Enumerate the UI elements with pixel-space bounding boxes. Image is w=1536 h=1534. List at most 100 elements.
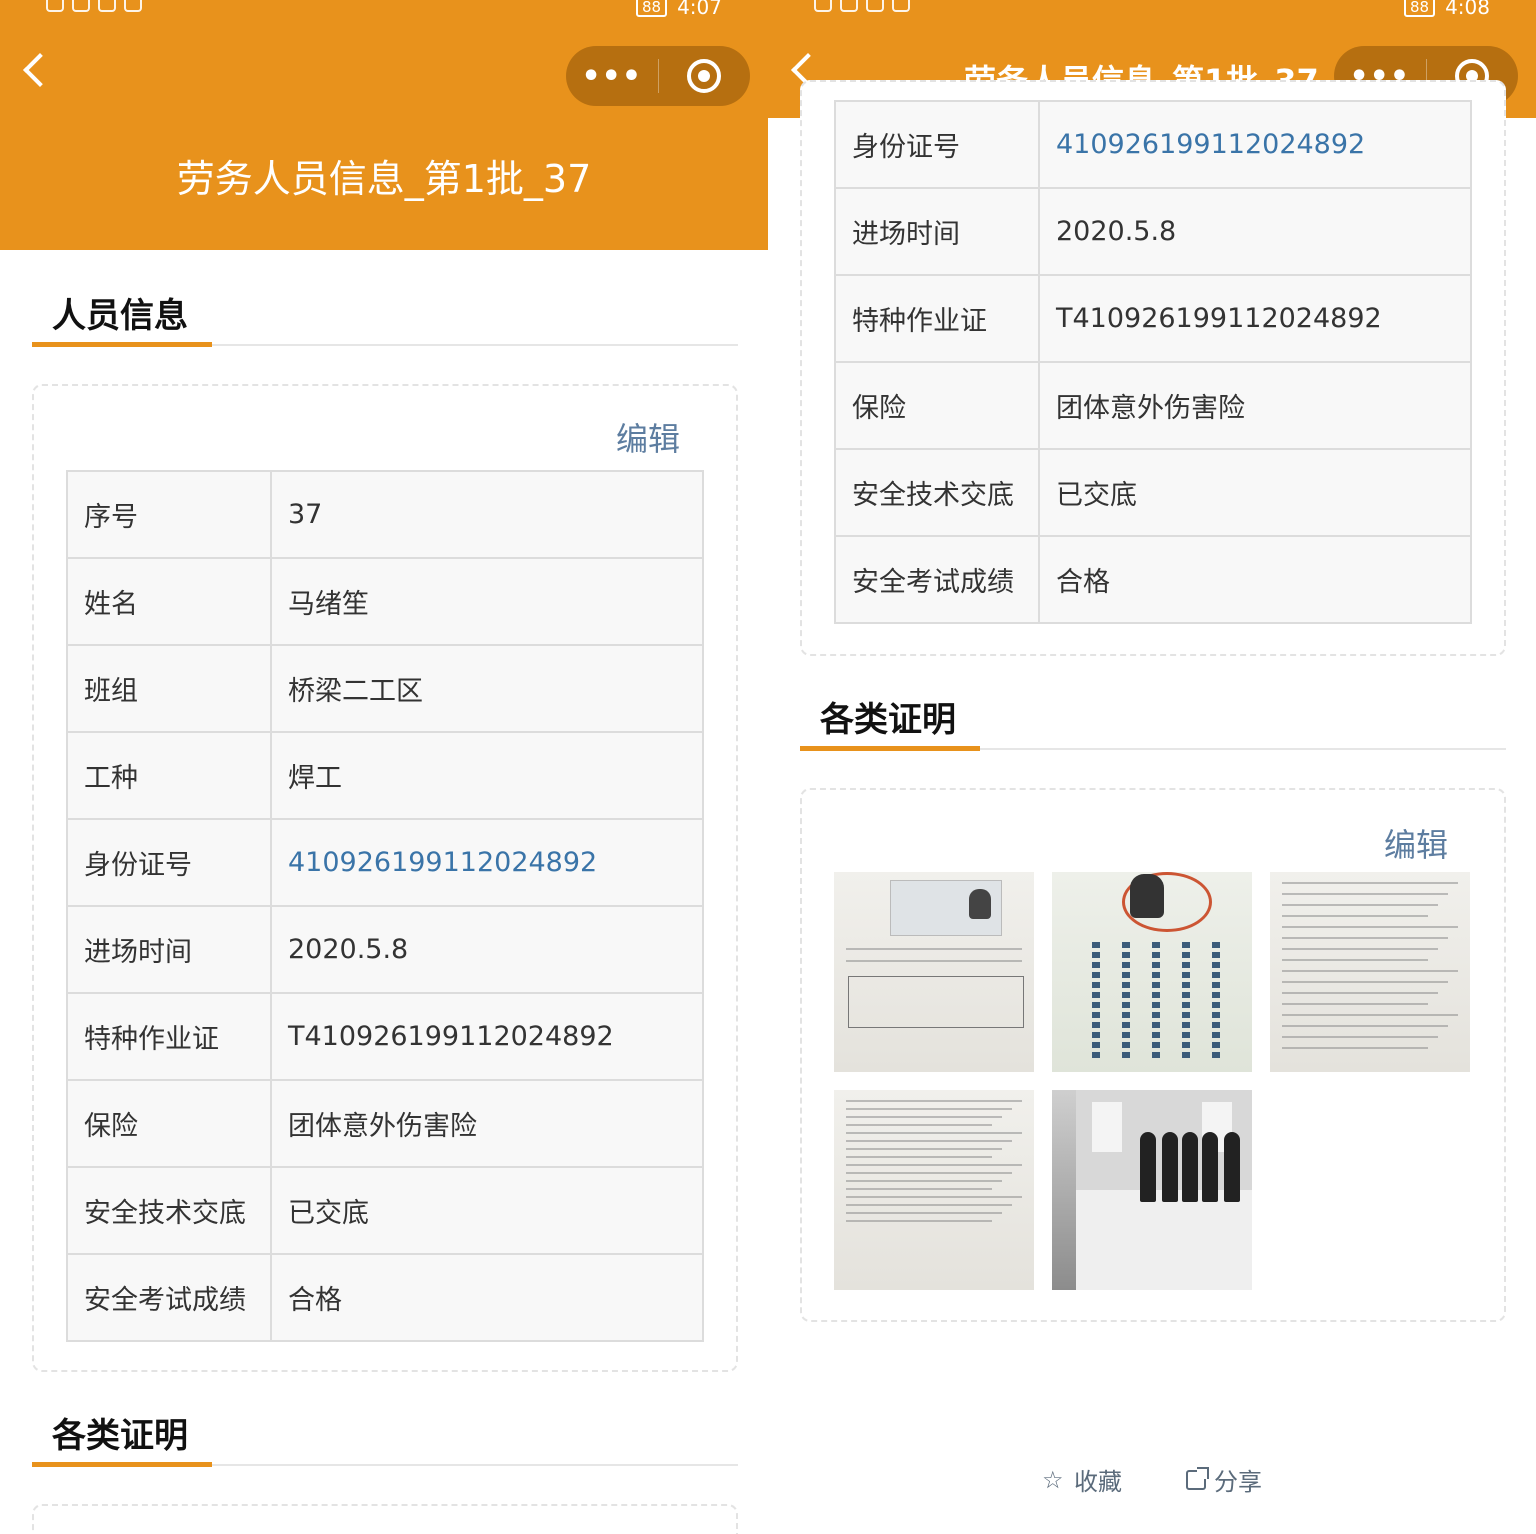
text-line [1282,1003,1428,1005]
info-row: 安全考试成绩 合格 [834,535,1472,624]
id-number-link[interactable]: 410926199112024892 [270,818,704,907]
person-info-table: 身份证号 410926199112024892 进场时间 2020.5.8 特种作业证 T… [834,100,1472,624]
status-right: 88 4:07 [635,0,722,19]
info-value: 2020.5.8 [1038,187,1472,276]
clock-time: 4:07 [677,0,722,19]
form-table [848,976,1024,1028]
right-screenshot: 88 4:08 劳务人员信息_第1批_37 ••• 身份证号4109261991… [768,0,1536,1534]
section-underline [800,746,980,751]
status-right: 88 4:08 [1403,0,1490,19]
info-label: 身份证号 [834,100,1040,189]
text-line [846,1164,1022,1166]
text-line [1282,992,1438,994]
info-row: 安全技术交底 已交底 [66,1166,704,1255]
share-button[interactable]: 分享 [1186,1462,1262,1497]
text-line [846,1156,992,1158]
info-label: 进场时间 [66,905,272,994]
info-value: 2020.5.8 [270,905,704,994]
section-header-docs: 各类证明 [32,1404,738,1467]
person-info-table: 序号 37 姓名 马绪笙 班组 桥梁二工区 工种 焊工 身份证号 4109261991120248… [66,470,704,1342]
doc-image-certificate[interactable] [1052,872,1252,1072]
text-line [1282,1014,1458,1016]
status-bar: 88 4:08 [768,0,1536,22]
person-info-card: 编辑 序号 37 姓名 马绪笙 班组 桥梁二工区 工种 焊工 身份证号 4109261991120… [32,384,738,1372]
edit-button[interactable]: 编辑 [1384,820,1448,866]
text-line [846,1124,992,1126]
text-line [1282,915,1428,917]
info-value: 合格 [270,1253,704,1342]
info-row: 进场时间 2020.5.8 [66,905,704,994]
text-line [1282,1025,1448,1027]
section-header-person: 人员信息 [32,284,738,347]
info-value: 焊工 [270,731,704,820]
info-label: 班组 [66,644,272,733]
text-line [846,1180,1002,1182]
text-line [1282,959,1428,961]
text-line [1282,981,1448,983]
doc-image-text-page-2[interactable] [834,1090,1034,1290]
text-line [846,1172,1012,1174]
text-line [846,1140,1012,1142]
share-icon [1186,1466,1209,1490]
section-underline [32,342,212,347]
info-label: 进场时间 [834,187,1040,276]
text-line [1282,904,1438,906]
info-row: 安全技术交底 已交底 [834,448,1472,537]
doc-image-group-photo[interactable] [1052,1090,1252,1290]
page-title: 劳务人员信息_第1批_37 [0,118,768,250]
text-line [1282,1047,1428,1049]
person-info-card: 身份证号 410926199112024892 进场时间 2020.5.8 特种作业证 T… [800,80,1506,656]
info-label: 工种 [66,731,272,820]
info-value: 已交底 [1038,448,1472,537]
text-line [846,1116,1002,1118]
docs-card [32,1504,738,1534]
info-row: 姓名 马绪笙 [66,557,704,646]
info-value: 已交底 [270,1166,704,1255]
status-bar: 88 4:07 [0,0,768,22]
docs-card: 编辑 [800,788,1506,1322]
info-label: 安全技术交底 [834,448,1040,537]
favorite-label: 收藏 [1074,1468,1122,1496]
info-label: 安全考试成绩 [834,535,1040,624]
left-screenshot: 88 4:07 ••• 劳务人员信息_第1批_37 人员信息 编辑 序号 37 姓名… [0,0,768,1534]
edit-button[interactable]: 编辑 [616,414,680,460]
info-row: 身份证号 410926199112024892 [834,100,1472,189]
text-line [1282,882,1458,884]
status-icons [46,0,142,12]
status-icons [814,0,910,12]
info-label: 保险 [66,1079,272,1168]
mini-program-capsule: ••• [566,46,750,106]
info-row: 安全考试成绩 合格 [66,1253,704,1342]
section-title: 各类证明 [52,1416,188,1456]
info-row: 序号 37 [66,470,704,559]
info-row: 身份证号 410926199112024892 [66,818,704,907]
info-row: 特种作业证 T410926199112024892 [66,992,704,1081]
id-number-link[interactable]: 410926199112024892 [1038,100,1472,189]
more-dots-icon[interactable]: ••• [566,59,658,94]
info-label: 特种作业证 [66,992,272,1081]
info-value: T410926199112024892 [270,992,704,1081]
text-line [846,1132,1022,1134]
info-row: 班组 桥梁二工区 [66,644,704,733]
favorite-button[interactable]: ☆ 收藏 [1042,1462,1122,1497]
section-title: 人员信息 [52,296,188,336]
text-line [1282,926,1458,928]
text-line [1282,948,1438,950]
text-line [846,1204,1012,1206]
section-header-docs: 各类证明 [800,688,1506,751]
info-row: 保险 团体意外伤害险 [834,361,1472,450]
text-line [846,1108,1012,1110]
info-value: 马绪笙 [270,557,704,646]
info-row: 工种 焊工 [66,731,704,820]
info-value: 团体意外伤害险 [1038,361,1472,450]
info-label: 身份证号 [66,818,272,907]
close-capsule-button[interactable] [659,59,751,93]
text-line [1282,970,1458,972]
nav-bar: ••• [0,22,768,118]
info-label: 姓名 [66,557,272,646]
text-line [846,1196,1022,1198]
doc-image-idcard-form[interactable] [834,872,1034,1072]
doc-image-text-page-1[interactable] [1270,872,1470,1072]
info-label: 安全考试成绩 [66,1253,272,1342]
back-chevron-icon[interactable] [23,53,57,87]
